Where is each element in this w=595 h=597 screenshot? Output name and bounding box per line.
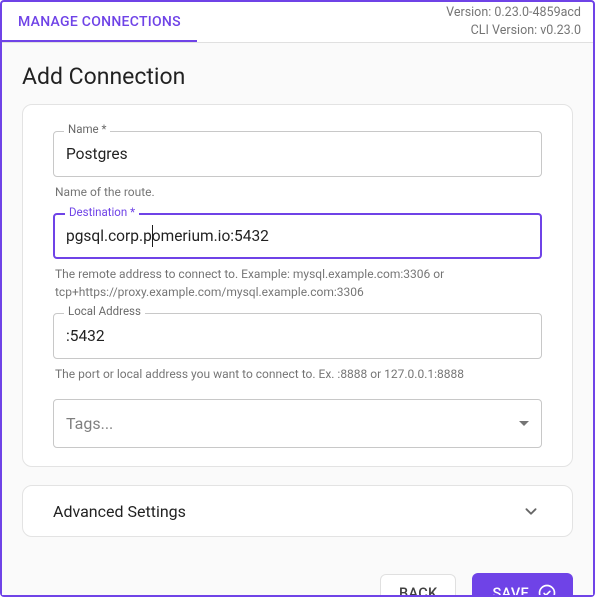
back-button[interactable]: BACK [380,574,456,596]
destination-label: Destination * [65,207,139,219]
dropdown-arrow-icon [519,421,529,426]
connection-form-card: Name * Name of the route. Destination * … [22,104,573,467]
tab-manage-connections[interactable]: Manage Connections [2,2,197,42]
local-address-label: Local Address [64,306,145,318]
name-helper: Name of the route. [55,183,542,201]
content-area: Add Connection Name * Name of the route.… [2,43,593,595]
advanced-settings-label: Advanced Settings [53,502,186,521]
tags-select[interactable]: Tags... [53,399,542,448]
save-button-label: SAVE [492,585,529,596]
form-footer: BACK SAVE [22,573,573,595]
advanced-settings-accordion[interactable]: Advanced Settings [22,485,573,537]
destination-input-border: Destination * [53,213,542,259]
save-button[interactable]: SAVE [472,573,573,595]
tags-placeholder: Tags... [66,414,113,433]
name-input-border: Name * [53,131,542,177]
cli-version-label: CLI Version: v0.23.0 [446,22,581,40]
name-field-wrapper: Name * Name of the route. [53,131,542,201]
version-label: Version: 0.23.0-4859acd [446,4,581,22]
header-bar: Manage Connections Version: 0.23.0-4859a… [2,2,593,43]
local-address-field-wrapper: Local Address The port or local address … [53,313,542,383]
chevron-down-icon [520,500,542,522]
destination-input[interactable] [55,215,540,257]
app-frame: Manage Connections Version: 0.23.0-4859a… [0,0,595,597]
local-address-helper: The port or local address you want to co… [55,365,542,383]
local-address-input[interactable] [54,314,541,358]
name-label: Name * [64,124,110,136]
version-info: Version: 0.23.0-4859acd CLI Version: v0.… [446,2,581,39]
local-address-input-border: Local Address [53,313,542,359]
name-input[interactable] [54,132,541,176]
destination-helper: The remote address to connect to. Exampl… [55,265,542,301]
check-circle-icon [537,583,557,595]
destination-field-wrapper: Destination * The remote address to conn… [53,213,542,301]
page-title: Add Connection [22,63,573,90]
